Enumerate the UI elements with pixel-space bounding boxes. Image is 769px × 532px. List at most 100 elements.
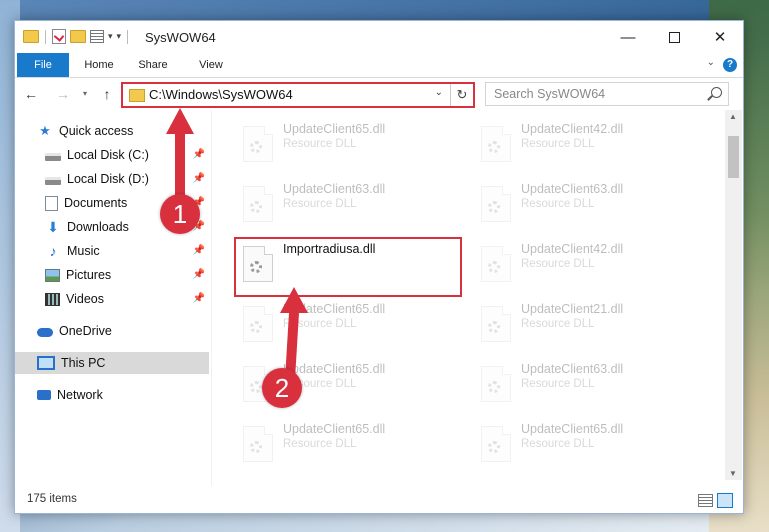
file-type: Resource DLL (521, 378, 595, 390)
sidebar-item-videos[interactable]: Videos 📌 (45, 288, 209, 310)
help-icon[interactable]: ? (723, 58, 737, 72)
new-folder-icon[interactable] (70, 30, 86, 43)
large-icons-view-icon[interactable] (717, 493, 733, 508)
toolbar-separator (45, 29, 46, 44)
gear-icon (250, 201, 262, 213)
title-bar: ▾ ▾ SysWOW64 — ✕ (15, 21, 743, 53)
sidebar-item-label: Local Disk (D:) (67, 172, 149, 186)
file-name: UpdateClient63.dll (521, 362, 624, 376)
file-item[interactable]: UpdateClient21.dll Resource DLL (473, 296, 703, 346)
tab-home[interactable]: Home (75, 53, 123, 77)
ribbon-tabs: File Home Share View ⌄ ? (15, 53, 743, 78)
file-item[interactable]: UpdateClient42.dll Resource DLL (473, 236, 703, 286)
sidebar-item-onedrive[interactable]: OneDrive (37, 320, 209, 342)
dll-file-icon (243, 126, 273, 162)
dll-file-icon (243, 186, 273, 222)
recent-locations-icon[interactable]: ▾ (75, 84, 95, 104)
file-item[interactable]: UpdateClient65.dll Resource DLL (473, 416, 703, 466)
navigation-bar: ← → ▾ ↑ C:\Windows\SysWOW64 ⌄ ↻ Search S… (15, 78, 743, 110)
gear-icon (488, 381, 500, 393)
dll-file-icon (481, 186, 511, 222)
forward-arrow-icon[interactable]: → (53, 84, 73, 104)
sidebar-item-label: This PC (61, 356, 106, 370)
scroll-down-icon[interactable]: ▼ (729, 469, 737, 478)
pin-icon[interactable]: 📌 (193, 293, 205, 304)
file-type: Resource DLL (283, 138, 357, 150)
disk-icon (45, 153, 61, 161)
file-type: Resource DLL (521, 138, 595, 150)
quick-access-toolbar: ▾ ▾ (23, 29, 130, 44)
file-type: Resource DLL (521, 318, 595, 330)
gear-icon (250, 381, 262, 393)
close-button[interactable]: ✕ (697, 21, 743, 53)
expand-ribbon-icon[interactable]: ⌄ (707, 57, 715, 68)
folder-icon[interactable] (23, 30, 39, 43)
chevron-down-icon[interactable]: ▾ (108, 31, 113, 42)
file-name: UpdateClient42.dll (521, 242, 624, 256)
dll-file-icon (243, 426, 273, 462)
file-item[interactable]: UpdateClient65.dll Resource DLL (235, 416, 465, 466)
pin-icon[interactable]: 📌 (193, 269, 205, 280)
file-name: UpdateClient42.dll (521, 122, 624, 136)
file-item[interactable]: UpdateClient65.dll Resource DLL (235, 116, 465, 166)
scroll-thumb[interactable] (728, 136, 739, 178)
gear-icon (250, 321, 262, 333)
file-item[interactable]: UpdateClient63.dll Resource DLL (473, 176, 703, 226)
folder-icon (129, 89, 145, 102)
pin-icon[interactable]: 📌 (193, 245, 205, 256)
file-type: Resource DLL (283, 198, 357, 210)
gear-icon (488, 441, 500, 453)
sidebar-item-network[interactable]: Network (37, 384, 209, 406)
annotation-marker-1: 1 (160, 194, 200, 234)
gear-icon (488, 261, 500, 273)
gear-icon (250, 441, 262, 453)
chevron-down-icon[interactable]: ⌄ (435, 87, 443, 98)
documents-icon (45, 195, 58, 211)
tab-file[interactable]: File (17, 53, 69, 77)
cloud-icon (37, 328, 53, 337)
properties-icon[interactable] (52, 29, 66, 44)
sidebar-item-music[interactable]: ♪ Music 📌 (45, 240, 209, 262)
search-icon[interactable] (711, 87, 722, 98)
music-icon: ♪ (49, 243, 57, 259)
dll-file-icon (481, 306, 511, 342)
dll-file-icon (481, 246, 511, 282)
file-item[interactable]: UpdateClient63.dll Resource DLL (235, 176, 465, 226)
status-bar: 175 items (15, 487, 743, 513)
minimize-button[interactable]: — (605, 21, 651, 53)
file-name: UpdateClient63.dll (521, 182, 624, 196)
view-icon[interactable] (90, 30, 104, 43)
file-name: UpdateClient65.dll (283, 122, 386, 136)
pane-divider[interactable] (211, 110, 212, 486)
refresh-icon[interactable]: ↻ (450, 84, 473, 106)
dll-file-icon (481, 426, 511, 462)
file-type: Resource DLL (521, 438, 595, 450)
search-placeholder: Search SysWOW64 (494, 87, 606, 101)
dll-file-icon (481, 366, 511, 402)
videos-icon (45, 292, 60, 306)
back-arrow-icon[interactable]: ← (21, 84, 41, 104)
tab-share[interactable]: Share (129, 53, 177, 77)
sidebar-item-label: Local Disk (C:) (67, 148, 149, 162)
file-item[interactable]: UpdateClient42.dll Resource DLL (473, 116, 703, 166)
details-view-icon[interactable] (698, 494, 713, 507)
tab-view[interactable]: View (187, 53, 235, 77)
up-arrow-icon[interactable]: ↑ (97, 84, 117, 104)
file-item[interactable]: UpdateClient63.dll Resource DLL (473, 356, 703, 406)
customize-toolbar-icon[interactable]: ▾ (117, 31, 122, 42)
vertical-scrollbar[interactable]: ▲ ▼ (725, 110, 742, 480)
file-name: UpdateClient65.dll (283, 422, 386, 436)
search-input[interactable]: Search SysWOW64 (485, 82, 729, 106)
gear-icon (250, 141, 262, 153)
maximize-button[interactable] (651, 21, 697, 53)
annotation-marker-2: 2 (262, 368, 302, 408)
sidebar-item-pictures[interactable]: Pictures 📌 (45, 264, 209, 286)
download-icon: ⬇ (47, 219, 59, 235)
sidebar-item-this-pc[interactable]: This PC (15, 352, 209, 374)
disk-icon (45, 177, 61, 185)
file-name: UpdateClient65.dll (521, 422, 624, 436)
star-icon: ★ (39, 123, 51, 138)
scroll-up-icon[interactable]: ▲ (729, 112, 737, 121)
item-count: 175 items (27, 493, 77, 505)
sidebar-item-label: Videos (66, 292, 104, 306)
